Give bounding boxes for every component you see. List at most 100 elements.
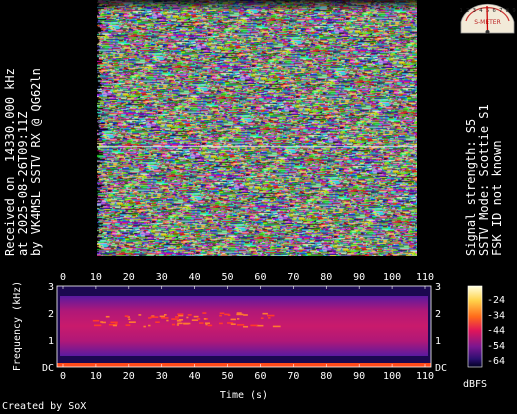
signal-mark bbox=[110, 321, 118, 324]
signal-mark bbox=[159, 315, 165, 318]
x-tick-label: 40 bbox=[189, 272, 201, 283]
signal-mark bbox=[176, 320, 182, 322]
signal-mark bbox=[166, 319, 169, 322]
signal-mark bbox=[266, 314, 275, 317]
x-tick-label: 0 bbox=[60, 371, 66, 382]
x-tick-label: 10 bbox=[90, 371, 102, 382]
x-tick-label: 60 bbox=[254, 371, 266, 382]
signal-mark bbox=[177, 322, 183, 325]
signal-mark bbox=[138, 314, 142, 316]
y-tick-label: 1 bbox=[435, 336, 441, 347]
x-tick-label: 50 bbox=[222, 272, 234, 283]
signal-mark bbox=[164, 314, 167, 316]
frequency-line: Received on 14330.000 kHz bbox=[3, 68, 17, 256]
signal-strength-line: Signal strength: S5 bbox=[464, 118, 478, 256]
signal-mark bbox=[105, 315, 110, 318]
signal-mark bbox=[198, 322, 204, 324]
x-tick-label: 40 bbox=[189, 371, 201, 382]
y-tick-label: 3 bbox=[48, 282, 54, 293]
signal-mark bbox=[175, 316, 179, 318]
x-axis-label: Time (s) bbox=[220, 390, 268, 401]
y-axis-right: 3 2 1 DC bbox=[435, 282, 447, 374]
signal-mark bbox=[219, 322, 223, 325]
signal-mark bbox=[112, 324, 117, 327]
y-axis-left: 3 2 1 DC bbox=[42, 282, 54, 374]
signal-mark bbox=[92, 319, 100, 322]
x-tick-label: 20 bbox=[123, 272, 135, 283]
signal-mark bbox=[207, 324, 213, 327]
spectrogram: 0 10 20 30 40 50 60 70 80 90 100 110 0 10 20 30 40 50 60 7… bbox=[12, 272, 505, 401]
timestamp-line: at 2025-08-26T09:11Z bbox=[16, 111, 30, 257]
signal-mark bbox=[171, 318, 179, 320]
fsk-id-line: FSK ID not known bbox=[490, 140, 504, 256]
receiver-line: by VK4MSL SSTV RX @ QG62ln bbox=[29, 68, 43, 256]
colorbar-tick-label: -24 bbox=[487, 295, 505, 306]
signal-mark bbox=[128, 321, 136, 323]
signal-mark bbox=[260, 317, 264, 320]
x-tick-label: 30 bbox=[156, 272, 168, 283]
x-tick-label: 90 bbox=[353, 272, 365, 283]
x-tick-label: 110 bbox=[416, 371, 434, 382]
x-tick-label: 10 bbox=[90, 272, 102, 283]
signal-mark bbox=[150, 316, 159, 318]
signal-mark bbox=[143, 325, 146, 328]
x-tick-label: 110 bbox=[416, 272, 434, 283]
meter-pivot bbox=[485, 30, 490, 34]
y-tick-label: 3 bbox=[435, 282, 441, 293]
x-tick-label: 70 bbox=[287, 272, 299, 283]
y-tick-label: 2 bbox=[48, 309, 54, 320]
colorbar-tick-label: -64 bbox=[487, 356, 505, 367]
signal-mark bbox=[186, 316, 189, 319]
signal-mark bbox=[258, 324, 264, 327]
signal-mark bbox=[183, 322, 191, 325]
signal-mark bbox=[193, 315, 199, 318]
colorbar-ticks: -24 -34 -44 -54 -64 bbox=[487, 295, 505, 367]
signal-mark bbox=[230, 318, 236, 321]
signal-mark bbox=[128, 318, 131, 321]
reception-info: Received on 14330.000 kHz at 2025-08-26T… bbox=[3, 68, 43, 257]
y-tick-label: DC bbox=[42, 363, 54, 374]
colorbar-tick-label: -34 bbox=[487, 310, 505, 321]
x-tick-label: 100 bbox=[383, 371, 401, 382]
x-tick-label: 70 bbox=[287, 371, 299, 382]
signal-mark bbox=[267, 317, 271, 319]
x-tick-label: 60 bbox=[254, 272, 266, 283]
x-tick-label: 100 bbox=[383, 272, 401, 283]
signal-mark bbox=[197, 318, 201, 320]
x-tick-label: 20 bbox=[123, 371, 135, 382]
signal-mark bbox=[115, 323, 118, 325]
signal-mark bbox=[177, 313, 184, 316]
colorbar-tick-label: -54 bbox=[487, 341, 505, 352]
signal-mark bbox=[101, 321, 106, 324]
signal-mark bbox=[205, 323, 208, 326]
signal-mark bbox=[203, 318, 207, 320]
x-tick-label: 30 bbox=[156, 371, 168, 382]
signal-mark bbox=[219, 312, 225, 315]
y-tick-label: 1 bbox=[48, 336, 54, 347]
signal-mark bbox=[219, 314, 222, 317]
x-tick-label: 90 bbox=[353, 371, 365, 382]
signal-mark bbox=[155, 321, 160, 324]
signal-mark bbox=[202, 312, 207, 314]
signal-mark bbox=[148, 324, 151, 327]
s-meter: 1 2 3 4 5 6 7 8 9 S-METER bbox=[458, 0, 517, 34]
signal-mark bbox=[250, 324, 258, 327]
footer-credit: Created by SoX bbox=[2, 401, 87, 412]
y-tick-label: 2 bbox=[435, 309, 441, 320]
colorbar-label: dBFS bbox=[463, 379, 487, 390]
meter-needle bbox=[486, 5, 489, 33]
y-tick-label: DC bbox=[435, 363, 447, 374]
dc-line bbox=[57, 363, 431, 367]
signal-mark bbox=[160, 317, 169, 319]
signal-mark bbox=[171, 323, 176, 326]
signal-mark bbox=[262, 312, 268, 315]
signal-mark bbox=[236, 324, 245, 326]
signal-mark bbox=[227, 314, 231, 317]
signal-mark bbox=[230, 323, 236, 325]
sstv-decoded-image bbox=[97, 0, 417, 256]
x-tick-label: 0 bbox=[60, 272, 66, 283]
signal-mark bbox=[176, 324, 180, 326]
signal-mark bbox=[236, 313, 244, 316]
signal-mark bbox=[243, 325, 249, 328]
colorbar bbox=[467, 285, 483, 368]
